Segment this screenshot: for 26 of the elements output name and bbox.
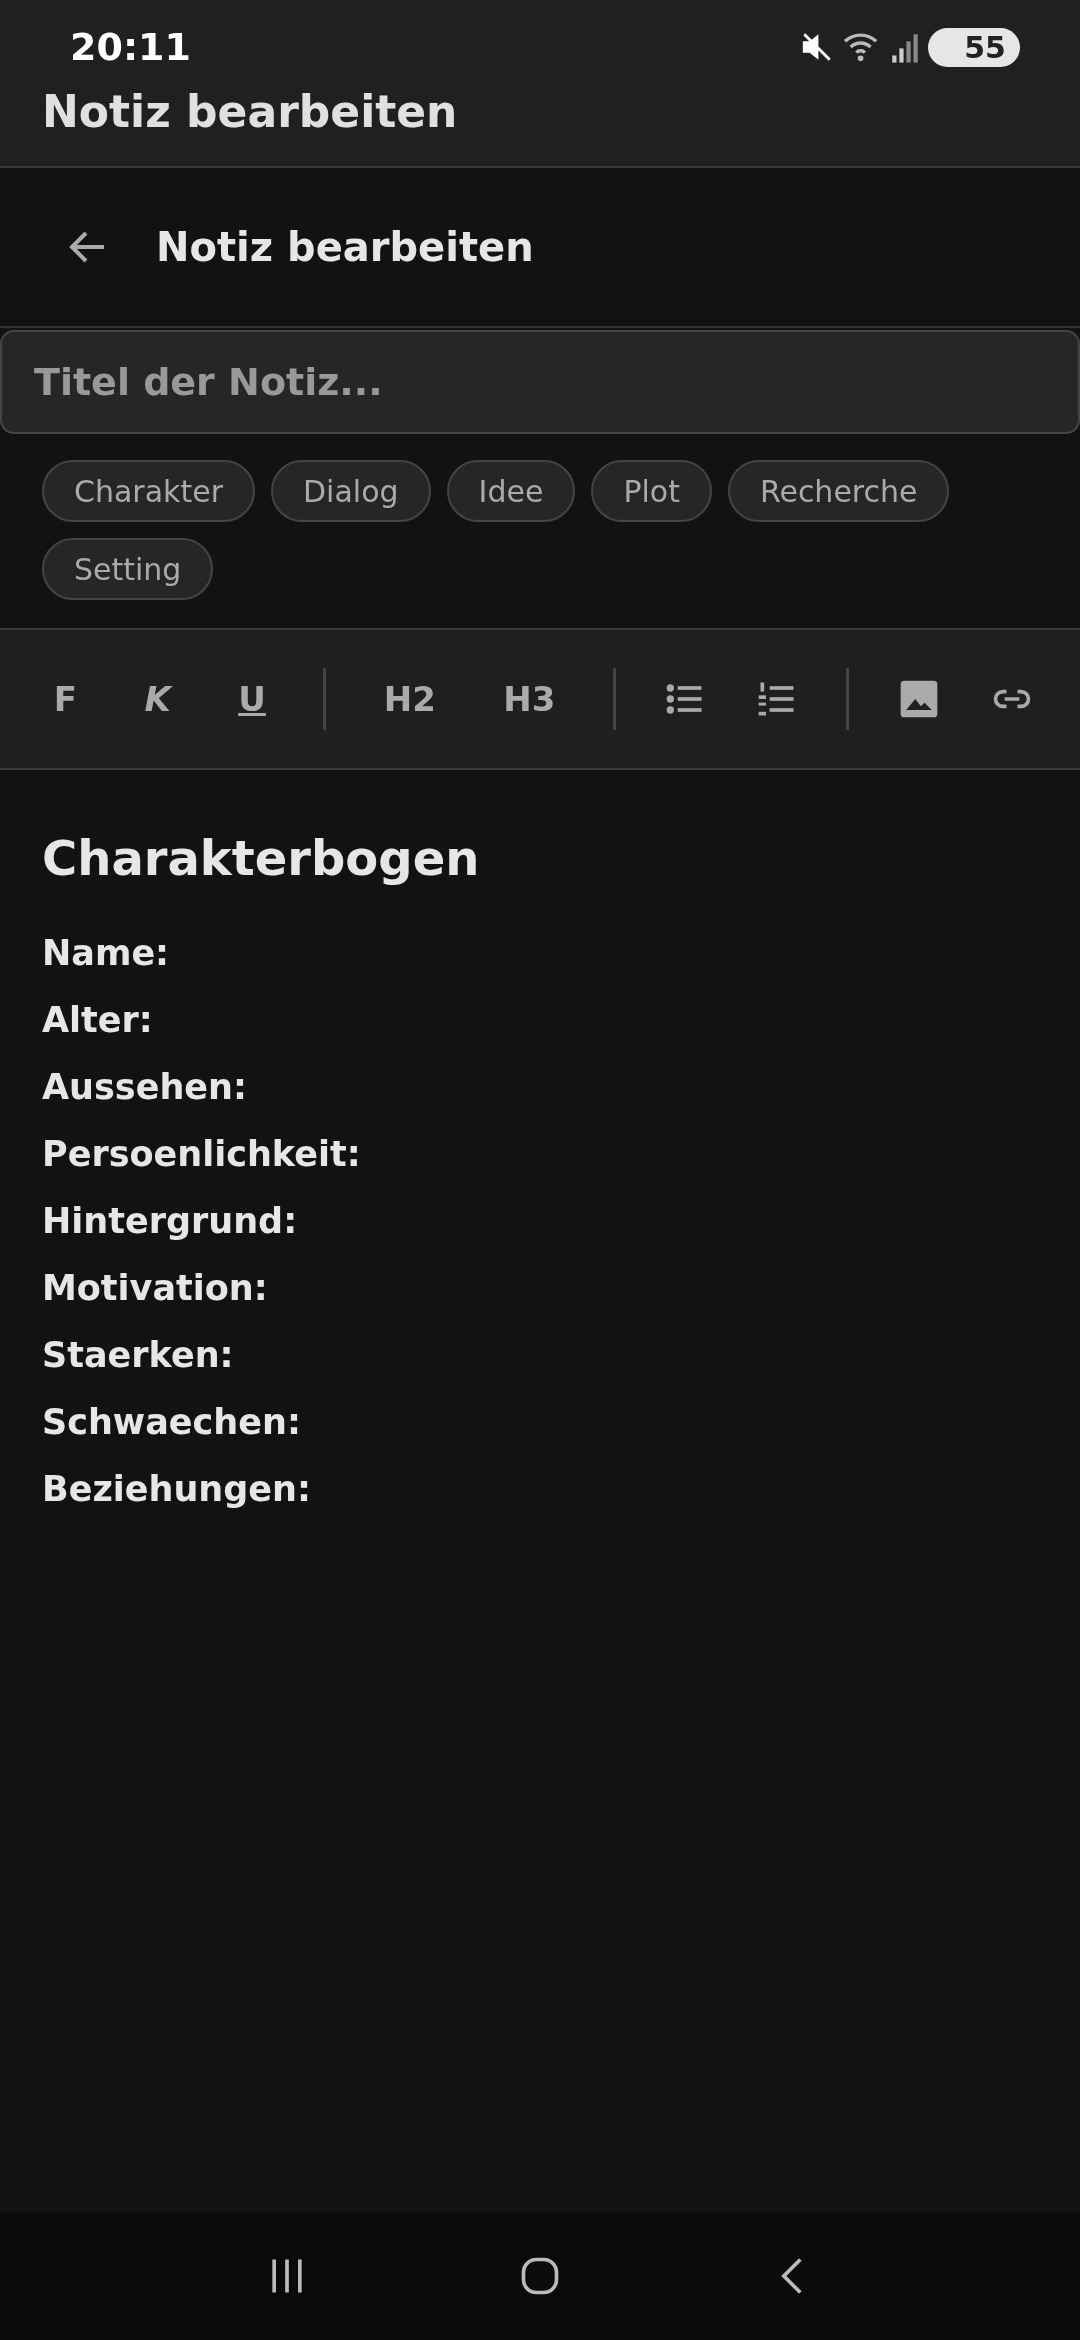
field-label: Schwaechen: xyxy=(42,1401,302,1444)
field-label: Hintergrund: xyxy=(42,1200,299,1243)
field-label: Motivation: xyxy=(42,1267,269,1310)
screen-title: Notiz bearbeiten xyxy=(156,224,534,270)
field-label: Aussehen: xyxy=(42,1066,248,1109)
battery-level: 55 xyxy=(928,27,1020,67)
field-label: Name: xyxy=(42,932,171,975)
tag-chip[interactable]: Dialog xyxy=(271,460,431,522)
field-label: Alter: xyxy=(42,999,154,1042)
title-field[interactable]: Titel der Notiz... xyxy=(0,330,1080,434)
heading-button[interactable]: H3 xyxy=(493,671,566,727)
status-time: 20:11 xyxy=(70,25,191,69)
tag-chip[interactable]: Idee xyxy=(446,460,576,522)
tag-chip[interactable]: Plot xyxy=(591,460,712,522)
field-label: Persoenlichkeit: xyxy=(42,1133,362,1176)
tag-chip[interactable]: Charakter xyxy=(42,460,255,522)
field-label: Staerken: xyxy=(42,1334,235,1377)
italic-button[interactable]: K xyxy=(134,671,181,727)
heading-button[interactable]: H2 xyxy=(373,671,446,727)
underline-button[interactable]: U xyxy=(228,671,276,727)
note-heading: Charakterbogen xyxy=(42,830,481,886)
field-label: Beziehungen: xyxy=(42,1468,312,1511)
tag-chip[interactable]: Setting xyxy=(42,538,214,600)
tag-chip[interactable]: Recherche xyxy=(727,460,950,522)
bold-button[interactable]: F xyxy=(43,671,87,727)
app-title: Notiz bearbeiten xyxy=(41,85,459,139)
